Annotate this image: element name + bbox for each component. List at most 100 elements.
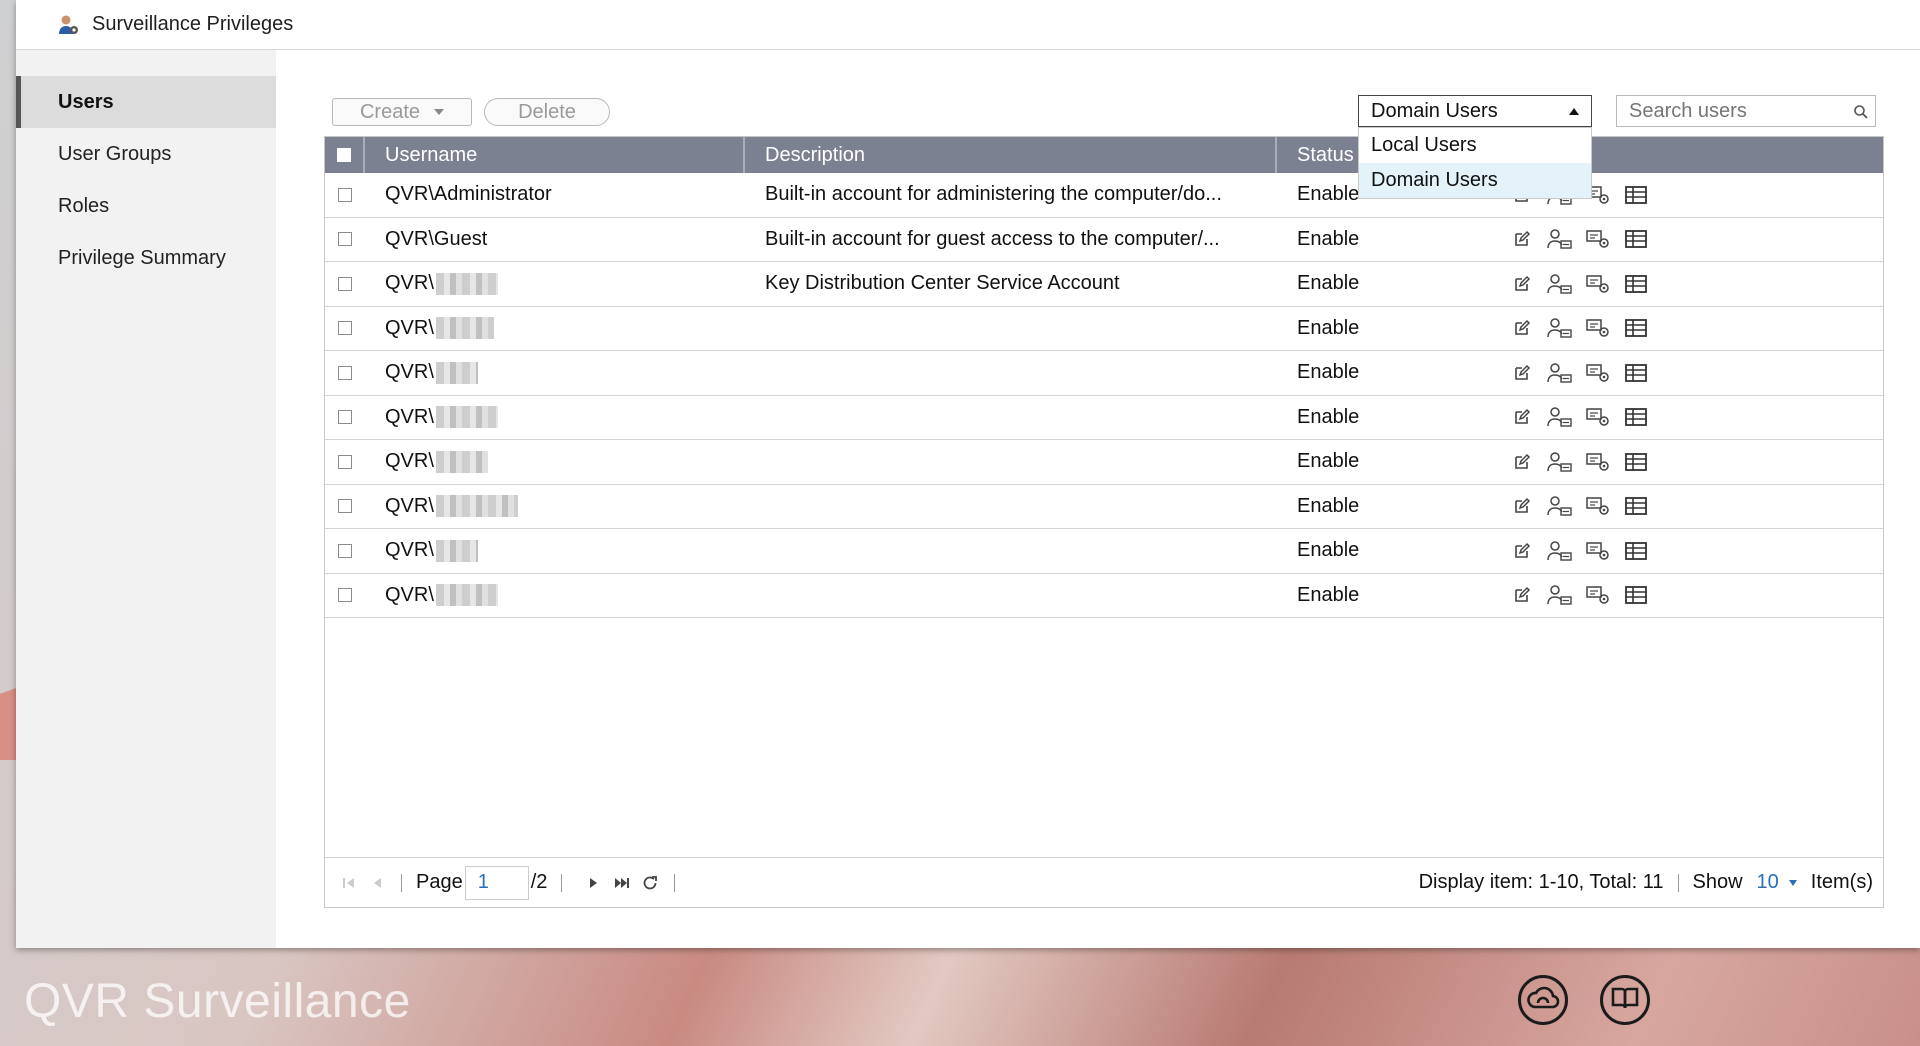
cell-username: QVR\: [385, 583, 434, 606]
cell-status: Enable: [1297, 272, 1360, 295]
total-pages: /2: [530, 871, 548, 893]
edit-icon[interactable]: [1509, 538, 1535, 564]
privilege-table-icon[interactable]: [1623, 449, 1649, 475]
edit-icon[interactable]: [1509, 271, 1535, 297]
camera-privilege-icon[interactable]: [1585, 360, 1611, 386]
row-checkbox[interactable]: [338, 543, 352, 558]
create-button[interactable]: Create: [332, 98, 472, 126]
edit-icon[interactable]: [1509, 582, 1535, 608]
user-privilege-icon: [56, 13, 80, 37]
table-row[interactable]: QVR\ Enable: [325, 396, 1883, 440]
row-checkbox[interactable]: [338, 588, 352, 603]
camera-privilege-icon[interactable]: [1585, 493, 1611, 519]
option-local-users[interactable]: Local Users: [1359, 128, 1591, 163]
delete-button[interactable]: Delete: [484, 98, 610, 126]
cell-username: QVR\: [385, 272, 434, 295]
user-type-dropdown: Local Users Domain Users: [1358, 127, 1592, 199]
page-number-input[interactable]: 1: [464, 865, 529, 900]
cell-status: Enable: [1297, 450, 1360, 473]
camera-privilege-icon[interactable]: [1585, 449, 1611, 475]
user-roles-icon[interactable]: [1547, 271, 1573, 297]
pagination-bar: Page 1 /2 Display item: 1-10, Total: 11: [325, 857, 1883, 907]
camera-privilege-icon[interactable]: [1585, 315, 1611, 341]
privilege-table-icon[interactable]: [1623, 226, 1649, 252]
privilege-table-icon[interactable]: [1623, 538, 1649, 564]
privilege-table-icon[interactable]: [1623, 404, 1649, 430]
table-row[interactable]: QVR\Administrator Built-in account for a…: [325, 173, 1883, 218]
search-input[interactable]: [1629, 99, 1829, 123]
user-roles-icon[interactable]: [1547, 360, 1573, 386]
title-bar: Surveillance Privileges: [16, 0, 1920, 50]
next-page-icon[interactable]: [584, 873, 604, 893]
sidebar-item-user-groups[interactable]: User Groups: [16, 128, 276, 180]
redacted-username: [435, 406, 498, 429]
user-roles-icon[interactable]: [1547, 449, 1573, 475]
row-checkbox[interactable]: [338, 365, 352, 380]
row-checkbox[interactable]: [338, 187, 352, 202]
table-row[interactable]: QVR\ Enable: [325, 574, 1883, 618]
edit-icon[interactable]: [1509, 226, 1535, 252]
row-checkbox[interactable]: [338, 276, 352, 291]
camera-privilege-icon[interactable]: [1585, 538, 1611, 564]
refresh-icon[interactable]: [640, 873, 660, 893]
row-checkbox[interactable]: [338, 321, 352, 336]
privilege-table-icon[interactable]: [1623, 315, 1649, 341]
sidebar-item-users[interactable]: Users: [16, 76, 276, 128]
edit-icon[interactable]: [1509, 493, 1535, 519]
user-roles-icon[interactable]: [1547, 226, 1573, 252]
camera-privilege-icon[interactable]: [1585, 404, 1611, 430]
sidebar-item-privilege-summary[interactable]: Privilege Summary: [16, 232, 276, 284]
table-row[interactable]: QVR\ Enable: [325, 440, 1883, 485]
edit-icon[interactable]: [1509, 360, 1535, 386]
edit-icon[interactable]: [1509, 449, 1535, 475]
cell-username: QVR\: [385, 361, 434, 384]
row-actions: [1509, 226, 1649, 252]
table-header: Username Description Status: [325, 137, 1883, 173]
redacted-username: [435, 450, 488, 473]
help-manual-button[interactable]: [1600, 975, 1650, 1025]
user-roles-icon[interactable]: [1547, 404, 1573, 430]
user-roles-icon[interactable]: [1547, 582, 1573, 608]
cell-status: Enable: [1297, 405, 1360, 428]
select-all-checkbox[interactable]: [337, 148, 351, 162]
edit-icon[interactable]: [1509, 404, 1535, 430]
search-icon[interactable]: [1853, 103, 1869, 126]
row-checkbox[interactable]: [338, 232, 352, 247]
row-checkbox[interactable]: [338, 410, 352, 425]
chevron-down-icon[interactable]: [1788, 879, 1797, 886]
edit-icon[interactable]: [1509, 315, 1535, 341]
page-size-select[interactable]: 10: [1757, 871, 1779, 894]
table-row[interactable]: QVR\Guest Built-in account for guest acc…: [325, 218, 1883, 262]
cell-status: Enable: [1297, 361, 1360, 384]
cell-username: QVR\Administrator: [385, 183, 552, 206]
prev-page-icon[interactable]: [367, 873, 387, 893]
camera-privilege-icon[interactable]: [1585, 271, 1611, 297]
option-domain-users[interactable]: Domain Users: [1359, 163, 1591, 198]
first-page-icon[interactable]: [339, 873, 359, 893]
table-row[interactable]: QVR\ Key Distribution Center Service Acc…: [325, 262, 1883, 307]
row-checkbox[interactable]: [338, 499, 352, 514]
column-header-description[interactable]: Description: [745, 137, 1277, 173]
cloud-service-button[interactable]: [1518, 975, 1568, 1025]
user-type-select[interactable]: Domain Users: [1358, 95, 1592, 127]
camera-privilege-icon[interactable]: [1585, 226, 1611, 252]
camera-privilege-icon[interactable]: [1585, 582, 1611, 608]
table-row[interactable]: QVR\ Enable: [325, 485, 1883, 529]
table-row[interactable]: QVR\ Enable: [325, 529, 1883, 574]
table-row[interactable]: QVR\ Enable: [325, 307, 1883, 351]
privilege-table-icon[interactable]: [1623, 271, 1649, 297]
privilege-table-icon[interactable]: [1623, 182, 1649, 208]
user-roles-icon[interactable]: [1547, 538, 1573, 564]
sidebar-item-roles[interactable]: Roles: [16, 180, 276, 232]
privilege-table-icon[interactable]: [1623, 360, 1649, 386]
privilege-table-icon[interactable]: [1623, 582, 1649, 608]
last-page-icon[interactable]: [612, 873, 632, 893]
page-label: Page: [416, 871, 463, 893]
row-checkbox[interactable]: [338, 454, 352, 469]
search-field[interactable]: [1616, 95, 1876, 127]
user-roles-icon[interactable]: [1547, 315, 1573, 341]
table-row[interactable]: QVR\ Enable: [325, 351, 1883, 396]
column-header-username[interactable]: Username: [365, 137, 745, 173]
privilege-table-icon[interactable]: [1623, 493, 1649, 519]
user-roles-icon[interactable]: [1547, 493, 1573, 519]
